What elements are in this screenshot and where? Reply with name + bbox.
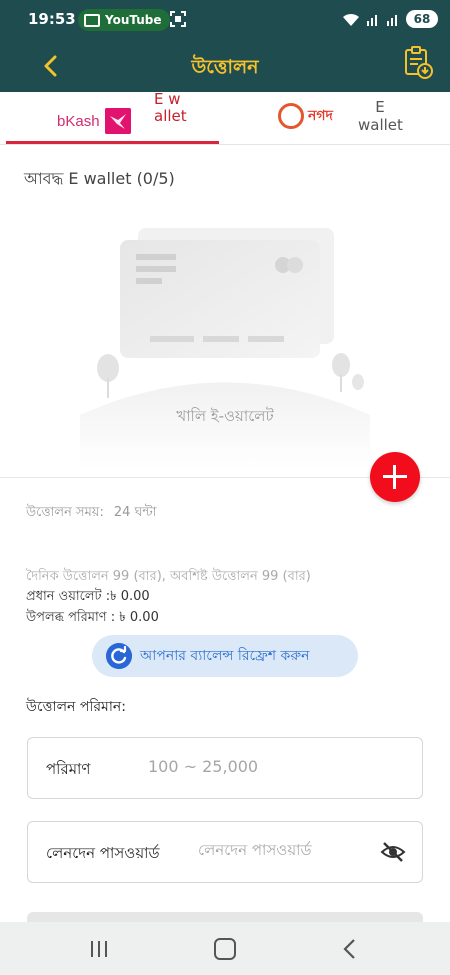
active-tab-indicator	[6, 141, 219, 144]
system-nav-bar	[0, 922, 450, 975]
system-icons: 68	[342, 10, 438, 28]
status-time: 19:53	[28, 10, 76, 28]
battery-indicator: 68	[406, 10, 438, 28]
amount-field: পরিমাণ	[27, 737, 423, 799]
refresh-icon	[106, 643, 132, 669]
home-icon[interactable]	[214, 938, 236, 960]
clipboard-history-icon[interactable]	[402, 45, 434, 81]
refresh-balance-button[interactable]: আপনার ব্যালেন্স রিফ্রেশ করুন	[92, 635, 358, 677]
page-title: উত্তোলন	[191, 56, 259, 78]
bkash-logo: bKash	[57, 108, 131, 134]
signal-icon-2	[387, 15, 397, 26]
youtube-pill-label: YouTube	[105, 13, 162, 27]
add-wallet-button[interactable]	[370, 452, 420, 502]
tv-icon	[84, 13, 100, 27]
password-label: লেনদেন পাসওয়ার্ড	[46, 844, 160, 862]
screen-capture-icon	[170, 11, 186, 27]
signal-icon	[367, 15, 377, 26]
refresh-balance-label: আপনার ব্যালেন্স রিফ্রেশ করুন	[140, 648, 310, 664]
tab-bkash[interactable]: bKash E wallet	[0, 90, 225, 144]
bound-wallets-title: আবদ্ধ E wallet (0/5)	[24, 169, 175, 188]
tab-nagad-label: E wallet	[358, 98, 403, 134]
tab-bkash-label: E wallet	[154, 90, 187, 125]
bkash-bird-icon	[104, 108, 131, 134]
app-header: উত্তোলন	[0, 40, 450, 92]
available-balance: উপলব্ধ পরিমাণ : ৳ 0.00	[26, 610, 159, 625]
password-input[interactable]	[196, 840, 380, 860]
youtube-pill[interactable]: YouTube	[78, 9, 170, 31]
status-bar: 19:53 YouTube 68	[0, 0, 450, 40]
recents-icon[interactable]	[88, 940, 110, 958]
password-field: লেনদেন পাসওয়ার্ড	[27, 821, 423, 883]
amount-label: পরিমাণ	[46, 760, 91, 778]
back-icon[interactable]	[340, 937, 360, 961]
withdraw-time-info: উত্তোলন সময়: 24 ঘন্টা	[26, 503, 157, 524]
withdraw-time-label: উত্তোলন সময়:	[26, 505, 104, 520]
tab-nagad[interactable]: নগদ E wallet	[225, 92, 450, 144]
bkash-brand: bKash	[57, 112, 100, 130]
daily-withdraw-info: দৈনিক উত্তোলন 99 (বার), অবশিষ্ট উত্তোলন …	[26, 569, 311, 584]
nagad-brand: নগদ	[308, 108, 333, 124]
main-wallet-balance: প্রধান ওয়ালেট :৳ 0.00	[26, 589, 150, 604]
nagad-circle-icon	[278, 103, 304, 129]
nagad-logo: নগদ	[278, 103, 333, 129]
wallet-tabs: bKash E wallet নগদ E wallet	[0, 90, 450, 145]
wifi-icon	[343, 13, 359, 26]
amount-input[interactable]	[146, 756, 400, 777]
withdraw-amount-title: উত্তোলন পরিমান:	[26, 699, 126, 715]
withdraw-time-value: 24 ঘন্টা	[113, 505, 157, 520]
empty-wallet-text: খালি ই-ওয়ালেট	[176, 407, 274, 425]
eye-off-icon[interactable]	[380, 840, 406, 864]
